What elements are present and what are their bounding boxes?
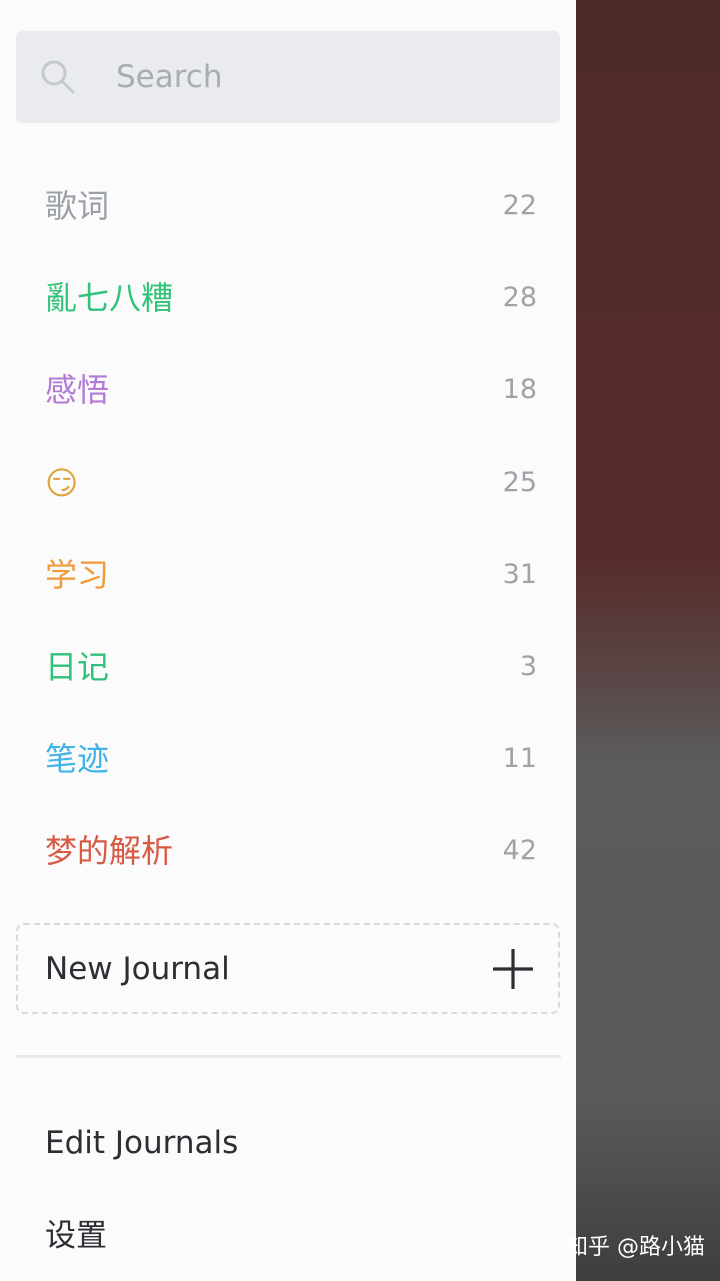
journal-count: 3 [519,651,537,682]
plus-icon [493,949,533,989]
new-journal-button[interactable]: New Journal [16,923,560,1014]
journal-item-ganwu[interactable]: 感悟 18 [0,344,576,436]
settings-button[interactable]: 设置 [45,1214,107,1258]
journal-name: 日记 [45,648,110,686]
journal-item-xuexi[interactable]: 学习 31 [0,529,576,621]
journal-drawer: 歌词 22 亂七八糟 28 感悟 18 😏 25 学习 31 日记 3 笔迹 1… [0,0,576,1281]
search-input[interactable] [116,55,536,99]
journal-count: 11 [502,743,537,774]
journal-count: 28 [502,282,537,313]
journal-count: 25 [502,467,537,498]
journal-name: 亂七八糟 [45,279,174,317]
journal-item-biji[interactable]: 笔迹 11 [0,713,576,805]
journal-count: 31 [502,559,537,590]
journal-item-geci[interactable]: 歌词 22 [0,160,576,252]
search-icon [41,60,75,94]
journal-name: 歌词 [45,187,110,225]
journal-item-riji[interactable]: 日记 3 [0,621,576,713]
journal-name: 梦的解析 [45,832,174,870]
journal-count: 42 [502,835,537,866]
journal-name: 感悟 [45,371,110,409]
journal-item-smirk[interactable]: 😏 25 [0,437,576,529]
journal-item-mengdejiexi[interactable]: 梦的解析 42 [0,805,576,897]
watermark: 知乎 @路小猫 [566,1235,705,1260]
journal-count: 18 [502,374,537,405]
journal-name: 学习 [45,556,110,594]
edit-journals-button[interactable]: Edit Journals [45,1121,238,1165]
journal-count: 22 [502,190,537,221]
journal-item-luanqibazao[interactable]: 亂七八糟 28 [0,252,576,344]
journal-name: 😏 [45,464,79,502]
journal-name: 笔迹 [45,740,110,778]
new-journal-label: New Journal [45,951,230,987]
divider [16,1055,561,1058]
